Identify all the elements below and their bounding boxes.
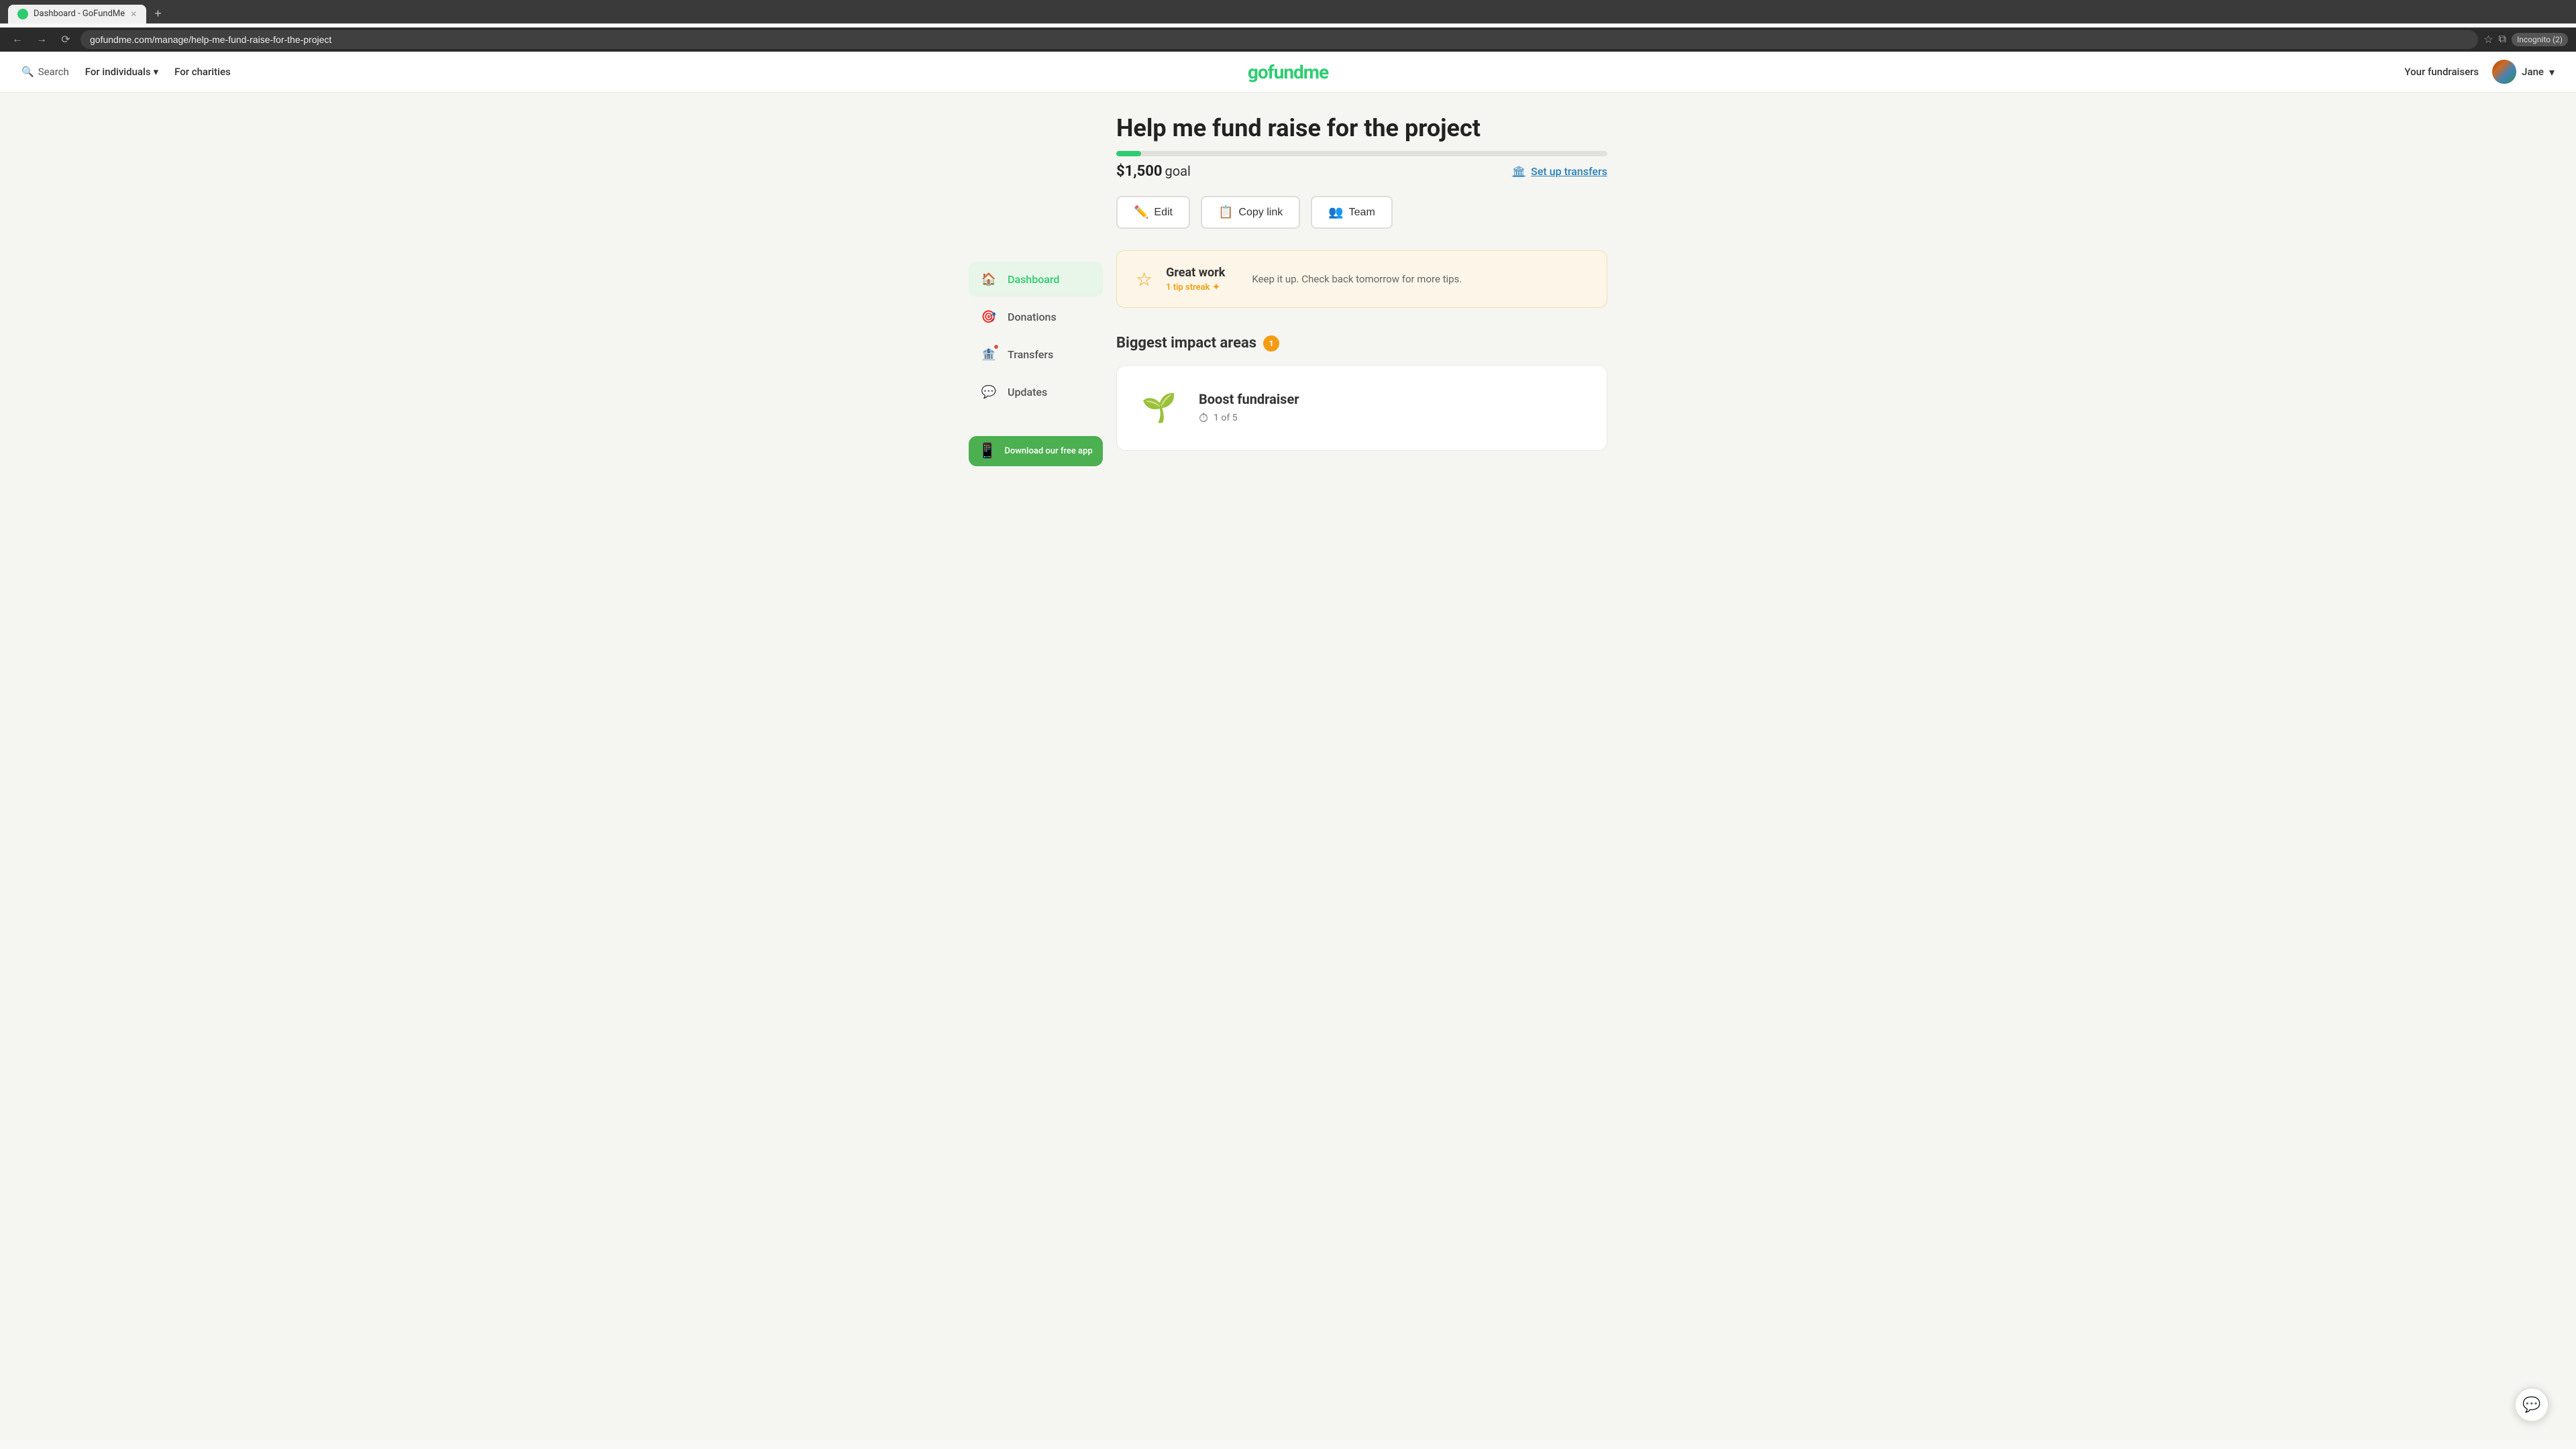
- for-individuals-chevron-icon: ▾: [154, 66, 159, 78]
- edit-label: Edit: [1154, 207, 1173, 219]
- your-fundraisers-link[interactable]: Your fundraisers: [2404, 66, 2479, 78]
- sidebar-item-transfers[interactable]: 🏦 Transfers: [969, 337, 1103, 372]
- nav-right: Your fundraisers Jane ▾: [2404, 60, 2555, 84]
- edit-icon: ✏️: [1134, 205, 1148, 219]
- refresh-button[interactable]: ⟳: [56, 30, 75, 49]
- team-icon: 👥: [1328, 205, 1343, 219]
- copy-link-button[interactable]: 📋 Copy link: [1201, 196, 1300, 229]
- boost-content: Boost fundraiser ⏱ 1 of 5: [1199, 391, 1299, 425]
- browser-actions: ☆ ⧉ Incognito (2): [2483, 33, 2568, 46]
- tab-close-button[interactable]: ✕: [130, 9, 137, 19]
- sidebar-donations-label: Donations: [1008, 311, 1057, 323]
- boost-card[interactable]: 🌱 Boost fundraiser ⏱ 1 of 5: [1116, 365, 1607, 451]
- impact-title-row: Biggest impact areas 1: [1116, 335, 1607, 352]
- tip-title: Great work: [1166, 266, 1225, 280]
- address-input[interactable]: [80, 30, 2478, 49]
- for-charities-nav-item[interactable]: For charities: [174, 66, 231, 78]
- boost-title: Boost fundraiser: [1199, 391, 1299, 407]
- boost-counter-label: 1 of 5: [1214, 413, 1238, 423]
- address-bar-row: ← → ⟳ ☆ ⧉ Incognito (2): [0, 28, 2576, 52]
- boost-counter: ⏱ 1 of 5: [1199, 411, 1299, 425]
- impact-badge: 1: [1263, 335, 1279, 352]
- sidebar-item-dashboard[interactable]: 🏠 Dashboard: [969, 262, 1103, 297]
- tip-streak: 1 tip streak ✦: [1166, 282, 1225, 292]
- tip-banner: ☆ Great work 1 tip streak ✦ Keep it up. …: [1116, 250, 1607, 308]
- download-app-icon: 📱: [978, 443, 996, 460]
- user-name: Jane: [2522, 66, 2544, 78]
- sidebar: 🏠 Dashboard 🎯 Donations 🏦 Transfers 💬 Up…: [969, 114, 1103, 466]
- set-up-transfers-button[interactable]: 🏛 Set up transfers: [1512, 165, 1607, 178]
- updates-icon: 💬: [979, 382, 998, 401]
- main-panel: Help me fund raise for the project $1,50…: [1103, 114, 1607, 466]
- bookmark-button[interactable]: ☆: [2483, 33, 2493, 46]
- copy-link-label: Copy link: [1238, 207, 1283, 219]
- search-label: Search: [38, 66, 69, 78]
- tip-content: Great work 1 tip streak ✦: [1166, 266, 1225, 292]
- progress-circle-icon: ⏱: [1199, 411, 1208, 425]
- sidebar-item-updates[interactable]: 💬 Updates: [969, 374, 1103, 409]
- team-button[interactable]: 👥 Team: [1311, 196, 1393, 229]
- goal-row: $1,500 goal 🏛 Set up transfers: [1116, 163, 1607, 180]
- chat-icon: 💬: [2522, 1397, 2540, 1413]
- copy-icon: 📋: [1218, 205, 1233, 219]
- download-app-banner[interactable]: 📱 Download our free app: [969, 436, 1103, 466]
- tab-favicon: [17, 9, 28, 19]
- impact-section: Biggest impact areas 1 🌱 Boost fundraise…: [1116, 335, 1607, 451]
- tip-message: Keep it up. Check back tomorrow for more…: [1252, 273, 1462, 285]
- active-tab[interactable]: Dashboard - GoFundMe ✕: [8, 5, 146, 23]
- goal-label: goal: [1165, 163, 1191, 179]
- split-screen-button[interactable]: ⧉: [2499, 34, 2506, 46]
- avatar: [2492, 60, 2516, 84]
- set-up-transfers-label: Set up transfers: [1531, 165, 1607, 178]
- browser-tab-bar: Dashboard - GoFundMe ✕ +: [0, 0, 2576, 23]
- user-menu-chevron-icon: ▾: [2549, 66, 2555, 78]
- sidebar-dashboard-label: Dashboard: [1008, 273, 1059, 286]
- tab-title: Dashboard - GoFundMe: [34, 9, 125, 19]
- campaign-title: Help me fund raise for the project: [1116, 114, 1607, 143]
- goal-display: $1,500 goal: [1116, 163, 1191, 180]
- action-buttons: ✏️ Edit 📋 Copy link 👥 Team: [1116, 196, 1607, 229]
- tip-streak-icon: ✦: [1213, 282, 1220, 292]
- progress-bar-fill: [1116, 151, 1141, 156]
- search-icon: 🔍: [21, 66, 34, 78]
- goal-amount: $1,500: [1116, 163, 1163, 180]
- tip-streak-label: 1 tip streak: [1166, 282, 1210, 292]
- impact-title: Biggest impact areas: [1116, 335, 1256, 352]
- edit-button[interactable]: ✏️ Edit: [1116, 196, 1190, 229]
- back-button[interactable]: ←: [8, 30, 27, 49]
- transfers-icon: 🏦: [979, 345, 998, 364]
- user-menu[interactable]: Jane ▾: [2492, 60, 2555, 84]
- main-content: 🏠 Dashboard 🎯 Donations 🏦 Transfers 💬 Up…: [953, 93, 1623, 488]
- top-nav: 🔍 Search For individuals ▾ For charities…: [0, 52, 2576, 93]
- for-individuals-nav-item[interactable]: For individuals ▾: [85, 66, 158, 78]
- sidebar-transfers-label: Transfers: [1008, 348, 1053, 361]
- nav-left: 🔍 Search For individuals ▾ For charities: [21, 66, 231, 78]
- progress-bar-container: [1116, 151, 1607, 156]
- boost-illustration: 🌱: [1136, 384, 1183, 431]
- logo-text: gofundme: [1248, 61, 1328, 83]
- new-tab-button[interactable]: +: [149, 4, 167, 23]
- app-wrapper: 🔍 Search For individuals ▾ For charities…: [0, 52, 2576, 1440]
- for-individuals-label: For individuals: [85, 66, 151, 78]
- incognito-badge: Incognito (2): [2512, 33, 2568, 46]
- chat-button[interactable]: 💬: [2514, 1387, 2549, 1422]
- bank-icon: 🏛: [1512, 165, 1525, 178]
- star-icon: ☆: [1136, 268, 1152, 290]
- team-label: Team: [1349, 207, 1375, 219]
- for-charities-label: For charities: [174, 66, 231, 78]
- home-icon: 🏠: [979, 270, 998, 288]
- sidebar-updates-label: Updates: [1008, 386, 1047, 398]
- download-app-label: Download our free app: [1004, 446, 1092, 456]
- forward-button[interactable]: →: [32, 30, 51, 49]
- sidebar-item-donations[interactable]: 🎯 Donations: [969, 299, 1103, 334]
- search-nav-item[interactable]: 🔍 Search: [21, 66, 69, 78]
- donations-icon: 🎯: [979, 307, 998, 326]
- transfers-notification-dot: [993, 343, 1000, 350]
- nav-logo[interactable]: gofundme: [1248, 61, 1328, 83]
